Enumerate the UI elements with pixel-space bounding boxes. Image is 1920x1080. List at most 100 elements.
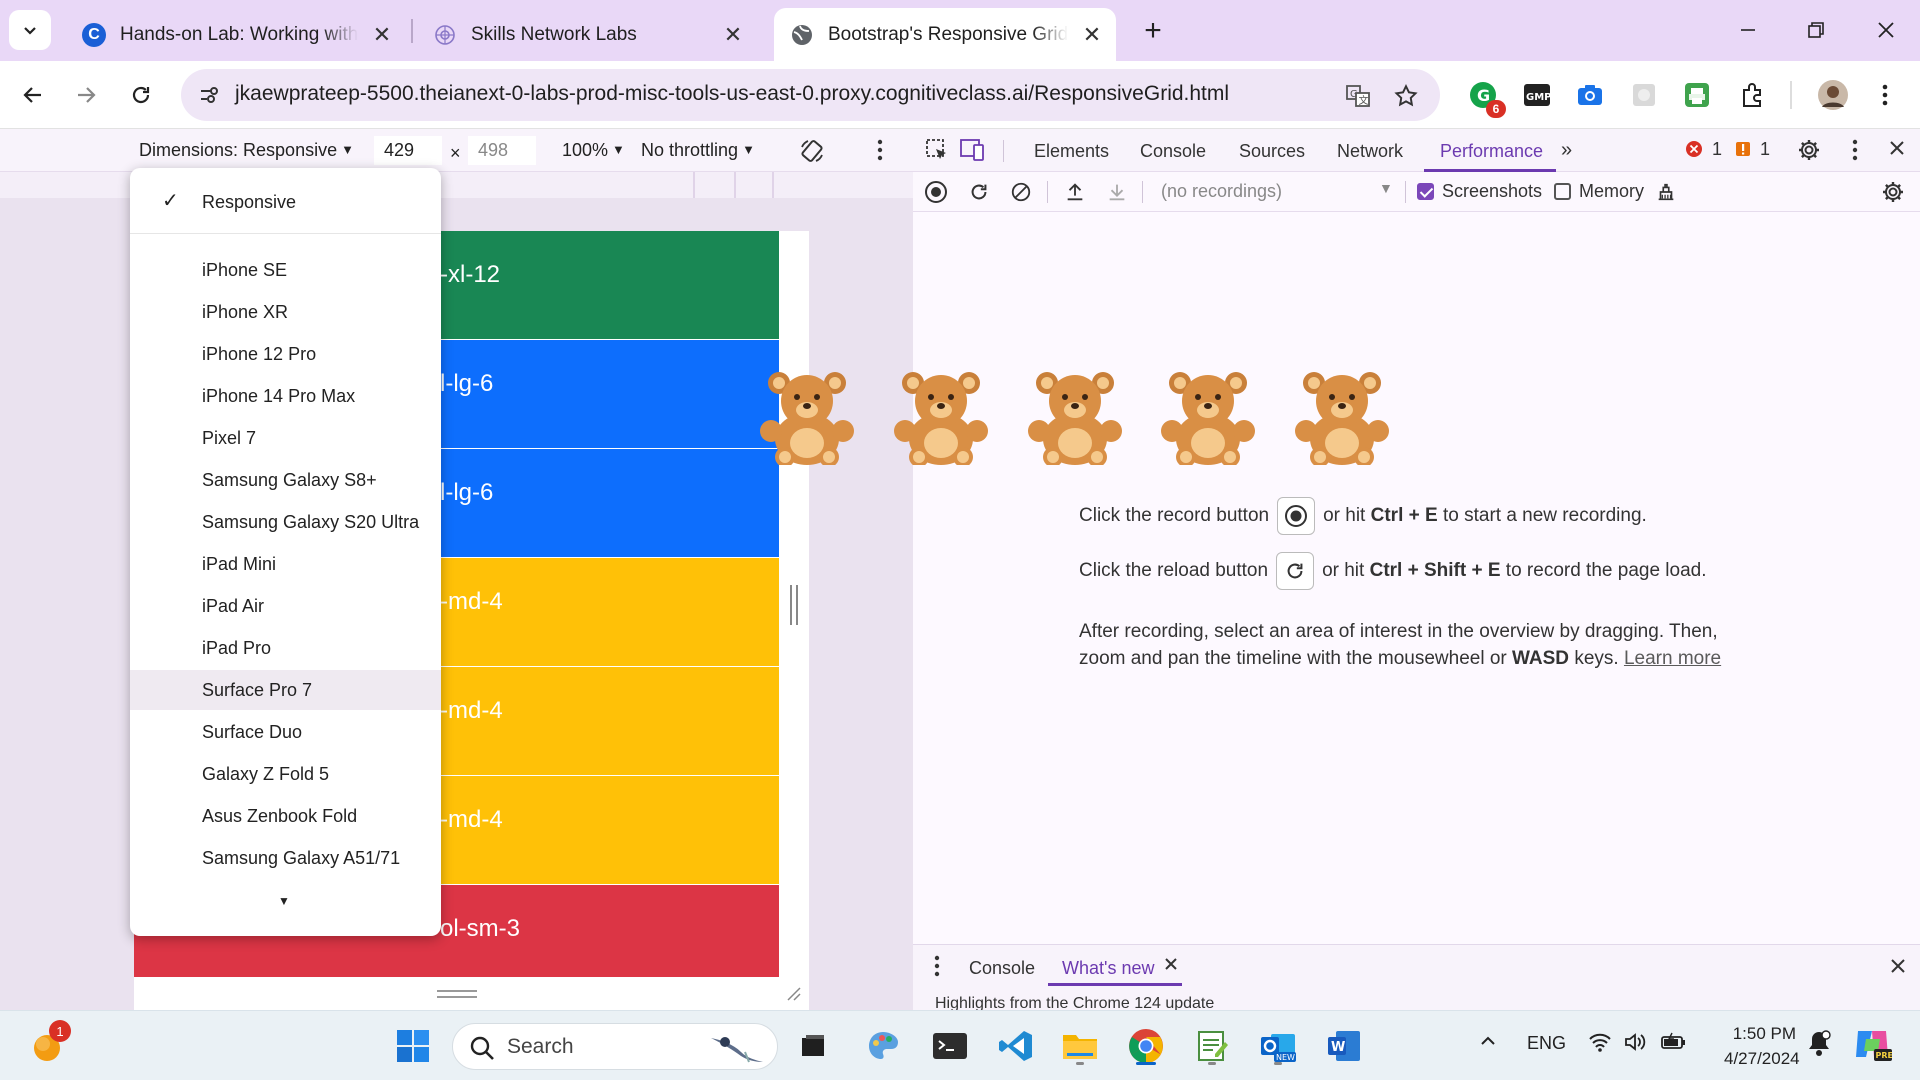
weather-widget-icon[interactable]: 1 (25, 1020, 71, 1068)
taskbar-search-box[interactable]: Search (452, 1023, 778, 1070)
more-tabs-chevron-icon[interactable]: » (1561, 139, 1572, 162)
garbage-collect-icon[interactable] (1653, 179, 1679, 205)
record-icon[interactable] (923, 179, 949, 205)
menu-option-iphone-12-pro[interactable]: iPhone 12 Pro (130, 334, 441, 374)
recordings-caret-icon[interactable]: ▼ (1379, 180, 1393, 196)
devtools-settings-gear-icon[interactable] (1797, 138, 1821, 167)
rotate-button[interactable] (798, 137, 826, 170)
outlook-new-app-icon[interactable]: NEW (1256, 1024, 1300, 1068)
capture-settings-gear-icon[interactable] (1880, 179, 1906, 205)
close-tab-icon[interactable]: ✕ (1078, 21, 1106, 49)
puzzle-grey-extension-icon[interactable] (1627, 78, 1661, 112)
tab-bootstrap-grid[interactable]: Bootstrap's Responsive Grid Sys ✕ (774, 8, 1116, 61)
viewport-bottom-resize-handle[interactable] (437, 990, 477, 998)
reload-button[interactable] (121, 75, 161, 115)
viewport-right-resize-handle[interactable] (790, 585, 798, 625)
terminal-app-icon[interactable] (928, 1024, 972, 1068)
device-toggle-icon[interactable] (959, 137, 987, 168)
drawer-tab-console[interactable]: Console (969, 958, 1035, 979)
tab-elements[interactable]: Elements (1034, 141, 1109, 162)
reload-button-inline[interactable] (1276, 552, 1315, 590)
language-indicator[interactable]: ENG (1527, 1033, 1566, 1054)
menu-option-ipad-mini[interactable]: iPad Mini (130, 544, 441, 584)
vscode-app-icon[interactable] (994, 1024, 1038, 1068)
reload-record-icon[interactable] (966, 179, 992, 205)
learn-more-link[interactable]: Learn more (1624, 648, 1721, 669)
devtools-more-icon[interactable] (1851, 139, 1859, 166)
screenshots-checkbox[interactable]: Screenshots (1417, 181, 1542, 202)
tab-network[interactable]: Network (1337, 141, 1403, 162)
throttling-dropdown[interactable]: No throttling ▼ (641, 140, 755, 161)
word-app-icon[interactable]: W (1322, 1024, 1366, 1068)
height-input[interactable]: 498 (468, 136, 536, 165)
menu-option-iphone-xr[interactable]: iPhone XR (130, 292, 441, 332)
menu-option-galaxy-s20-ultra[interactable]: Samsung Galaxy S20 Ultra (130, 502, 441, 542)
grammar-extension-icon[interactable]: G 6 (1466, 78, 1506, 118)
menu-option-surface-duo[interactable]: Surface Duo (130, 712, 441, 752)
drawer-menu-icon[interactable] (933, 955, 941, 982)
tab-sources[interactable]: Sources (1239, 141, 1305, 162)
extensions-puzzle-icon[interactable] (1736, 78, 1770, 112)
copilot-preview-icon[interactable]: PRE (1852, 1025, 1893, 1068)
tab-hands-on-lab[interactable]: C Hands-on Lab: Working with the ✕ (66, 8, 406, 61)
menu-option-galaxy-z-fold-5[interactable]: Galaxy Z Fold 5 (130, 754, 441, 794)
volume-icon[interactable] (1623, 1031, 1647, 1058)
address-bar[interactable]: jkaewprateep-5500.theianext-0-labs-prod-… (181, 69, 1440, 121)
site-info-icon[interactable] (195, 81, 223, 109)
task-view-icon[interactable] (791, 1024, 835, 1068)
wifi-icon[interactable] (1588, 1031, 1612, 1058)
close-tab-icon[interactable]: ✕ (719, 21, 747, 49)
dimensions-dropdown[interactable]: Dimensions: Responsive ▼ (139, 140, 354, 161)
drawer-tab-whats-new[interactable]: What's new (1062, 958, 1154, 979)
inspect-element-icon[interactable] (924, 137, 950, 168)
menu-option-ipad-air[interactable]: iPad Air (130, 586, 441, 626)
notepad-app-icon[interactable] (1190, 1024, 1234, 1068)
minimize-button[interactable] (1718, 10, 1778, 50)
profile-avatar[interactable] (1816, 78, 1850, 112)
menu-option-galaxy-s8plus[interactable]: Samsung Galaxy S8+ (130, 460, 441, 500)
close-window-button[interactable] (1856, 10, 1916, 50)
download-profile-icon[interactable] (1104, 179, 1130, 205)
width-input[interactable]: 429 (374, 136, 442, 165)
battery-icon[interactable] (1660, 1031, 1688, 1058)
menu-option-iphone-se[interactable]: iPhone SE (130, 250, 441, 290)
close-drawer-icon[interactable] (1889, 957, 1907, 980)
forward-button[interactable] (66, 75, 106, 115)
menu-option-pixel-7[interactable]: Pixel 7 (130, 418, 441, 458)
printer-extension-icon[interactable] (1680, 78, 1714, 112)
menu-option-ipad-pro[interactable]: iPad Pro (130, 628, 441, 668)
restore-button[interactable] (1786, 10, 1846, 50)
back-button[interactable] (13, 75, 53, 115)
scroll-down-arrow-icon[interactable]: ▼ (278, 894, 290, 908)
device-toolbar-more-icon[interactable] (876, 139, 884, 166)
error-counter[interactable]: 1 (1685, 139, 1722, 163)
notifications-bell-icon[interactable] (1806, 1029, 1832, 1062)
gmp-extension-icon[interactable]: GMP (1520, 78, 1554, 112)
chrome-app-icon[interactable] (1124, 1024, 1168, 1068)
close-devtools-icon[interactable] (1888, 139, 1906, 162)
tab-console[interactable]: Console (1140, 141, 1206, 162)
viewport-corner-resize-handle[interactable] (785, 985, 801, 1001)
windows-start-icon[interactable] (391, 1024, 435, 1068)
paint-app-icon[interactable] (861, 1024, 905, 1068)
bookmark-star-icon[interactable] (1391, 81, 1421, 111)
tab-search-button[interactable] (9, 10, 51, 50)
warning-counter[interactable]: 1 (1735, 139, 1770, 163)
record-button-inline[interactable] (1277, 497, 1316, 535)
camera-extension-icon[interactable] (1573, 78, 1607, 112)
recordings-dropdown[interactable]: (no recordings) (1161, 181, 1282, 202)
menu-option-asus-zenbook-fold[interactable]: Asus Zenbook Fold (130, 796, 441, 836)
memory-checkbox[interactable]: Memory (1554, 181, 1644, 202)
new-tab-button[interactable]: + (1136, 14, 1170, 48)
tab-performance[interactable]: Performance (1440, 141, 1543, 162)
tab-skills-network-labs[interactable]: Skills Network Labs ✕ (417, 8, 757, 61)
menu-option-galaxy-a51-71[interactable]: Samsung Galaxy A51/71 (130, 838, 441, 878)
zoom-dropdown[interactable]: 100% ▼ (562, 140, 625, 161)
file-explorer-app-icon[interactable] (1058, 1024, 1102, 1068)
clear-recording-icon[interactable] (1008, 179, 1034, 205)
upload-profile-icon[interactable] (1062, 179, 1088, 205)
close-tab-icon[interactable]: ✕ (368, 21, 396, 49)
chrome-menu-icon[interactable] (1868, 78, 1902, 112)
show-hidden-icons-chevron-icon[interactable] (1478, 1031, 1498, 1056)
menu-option-responsive[interactable]: ✓ Responsive (130, 168, 441, 234)
